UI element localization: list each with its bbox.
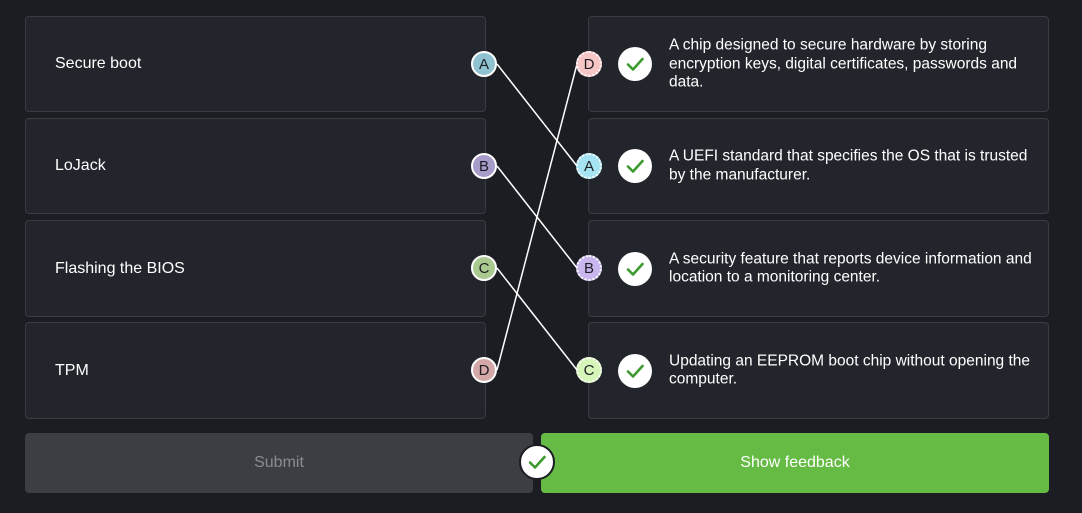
connector-d xyxy=(496,63,578,371)
term-handle-b[interactable]: B xyxy=(471,153,497,179)
term-card-secure-boot: Secure boot xyxy=(25,16,486,112)
definition-text: A security feature that reports device i… xyxy=(669,250,1032,286)
definition-text: Updating an EEPROM boot chip without ope… xyxy=(669,352,1031,388)
connector-c xyxy=(496,267,578,371)
submit-button-label: Submit xyxy=(254,454,304,471)
checkmark-icon xyxy=(618,149,652,183)
term-label: LoJack xyxy=(55,157,106,174)
show-feedback-label: Show feedback xyxy=(740,454,850,471)
definition-text: A UEFI standard that specifies the OS th… xyxy=(669,147,1028,184)
definition-text: A chip designed to secure hardware by st… xyxy=(669,36,1018,91)
definition-handle-b[interactable]: B xyxy=(576,255,602,281)
definition-card-2: A UEFI standard that specifies the OS th… xyxy=(588,118,1049,214)
definition-card-4: Updating an EEPROM boot chip without ope… xyxy=(588,322,1049,419)
connector-b xyxy=(496,165,578,269)
term-handle-d[interactable]: D xyxy=(471,357,497,383)
term-card-tpm: TPM xyxy=(25,322,486,419)
submit-button[interactable]: Submit xyxy=(25,433,533,493)
term-label: Secure boot xyxy=(55,55,142,72)
definition-handle-d[interactable]: D xyxy=(576,51,602,77)
connector-a xyxy=(496,63,578,167)
term-card-flashing-bios: Flashing the BIOS xyxy=(25,220,486,317)
definition-handle-c[interactable]: C xyxy=(576,357,602,383)
term-handle-c[interactable]: C xyxy=(471,255,497,281)
show-feedback-button[interactable]: Show feedback xyxy=(541,433,1049,493)
checkmark-icon xyxy=(618,353,652,388)
term-card-lojack: LoJack xyxy=(25,118,486,214)
checkmark-icon xyxy=(618,47,652,81)
term-label: TPM xyxy=(55,361,89,379)
checkmark-icon xyxy=(618,251,652,286)
definition-card-3: A security feature that reports device i… xyxy=(588,220,1049,317)
checkmark-icon xyxy=(519,444,555,480)
term-label: Flashing the BIOS xyxy=(55,259,185,277)
definition-handle-a[interactable]: A xyxy=(576,153,602,179)
definition-card-1: A chip designed to secure hardware by st… xyxy=(588,16,1049,112)
term-handle-a[interactable]: A xyxy=(471,51,497,77)
